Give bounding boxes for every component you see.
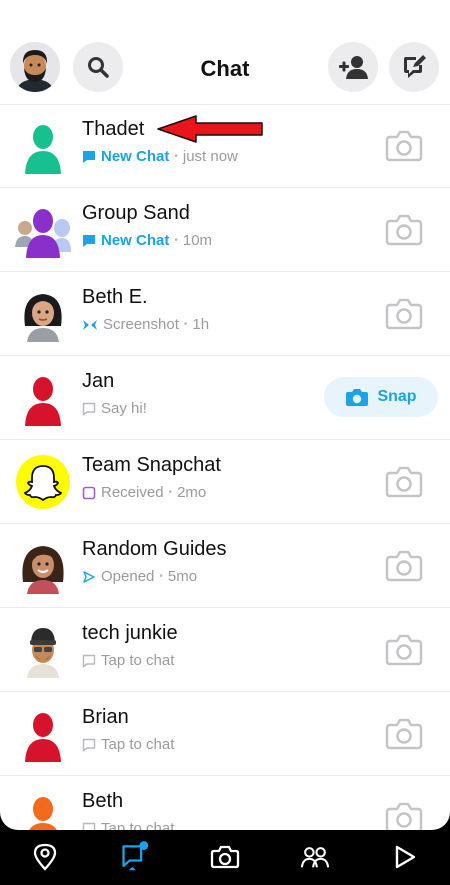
- chat-status: New Chat • just now: [82, 148, 238, 165]
- chat-name: Random Guides: [82, 538, 227, 560]
- separator-dot: •: [168, 487, 173, 498]
- chat-row-team-snapchat[interactable]: Team Snapchat Received • 2mo: [0, 440, 450, 524]
- camera-reply-icon[interactable]: [384, 633, 424, 667]
- camera-reply-icon[interactable]: [384, 297, 424, 331]
- camera-reply-icon[interactable]: [384, 213, 424, 247]
- bottom-tab-bar: [0, 830, 450, 885]
- chat-status-text: Tap to chat: [101, 820, 175, 830]
- chat-status: Say hi!: [82, 400, 147, 417]
- page-title: Chat: [200, 56, 250, 81]
- chat-time: 5mo: [167, 568, 198, 585]
- camera-reply-icon[interactable]: [384, 717, 424, 751]
- camera-icon: [346, 389, 369, 406]
- chat-status: Screenshot • 1h: [82, 316, 209, 333]
- tab-friends[interactable]: [300, 842, 330, 872]
- group-avatar-icon: [15, 209, 71, 258]
- chat-status-text: New Chat: [101, 148, 170, 165]
- received-square-icon: [82, 486, 96, 499]
- snap-button-label: Snap: [377, 388, 417, 405]
- chat-time: 2mo: [177, 484, 207, 501]
- opened-arrow-icon: [83, 570, 95, 583]
- chat-name: Jan: [82, 370, 115, 392]
- annotation-arrow-icon: [157, 115, 263, 143]
- chat-row-jan[interactable]: Jan Say hi! Snap: [0, 356, 450, 440]
- chat-outline-icon: [82, 738, 96, 752]
- bitmoji-woman-2-avatar-icon: [22, 546, 64, 594]
- separator-dot: •: [174, 235, 178, 246]
- chat-row-tech-junkie[interactable]: tech junkie Tap to chat: [0, 608, 450, 692]
- chat-row-group-sand[interactable]: Group Sand New Chat • 10m: [0, 188, 450, 272]
- chat-name: Beth: [82, 790, 124, 812]
- chat-status: Tap to chat: [82, 820, 174, 830]
- chat-name: Brian: [82, 706, 129, 728]
- chat-row-beth-e[interactable]: Beth E. Screenshot • 1h: [0, 272, 450, 356]
- chat-icon: [122, 841, 149, 871]
- new-chat-button[interactable]: [389, 42, 439, 92]
- chat-status: Tap to chat: [82, 736, 174, 753]
- new-chat-icon: [404, 55, 426, 78]
- chat-row-beth[interactable]: Beth Tap to chat: [0, 776, 450, 830]
- green-silhouette-avatar-icon: [25, 125, 61, 174]
- bitmoji-woman-avatar-icon: [24, 294, 62, 342]
- chat-status: Tap to chat: [82, 652, 174, 669]
- bitmoji-man-beanie-avatar-icon: [27, 628, 59, 678]
- snap-button[interactable]: Snap: [324, 377, 438, 417]
- add-friend-icon: [339, 56, 368, 79]
- chat-outline-icon: [82, 822, 96, 830]
- camera-reply-icon[interactable]: [384, 801, 424, 830]
- snapchat-ghost-avatar-icon: [16, 455, 70, 509]
- chat-outline-icon: [82, 654, 96, 668]
- chat-header: Chat: [0, 0, 450, 105]
- discover-icon: [395, 845, 416, 869]
- chat-status-text: Tap to chat: [101, 652, 175, 669]
- chat-time: 10m: [182, 232, 213, 249]
- camera-reply-icon[interactable]: [384, 549, 424, 583]
- orange-silhouette-avatar-icon: [29, 797, 57, 830]
- red-silhouette-avatar-icon: [25, 377, 61, 426]
- chat-status-text: New Chat: [101, 232, 170, 249]
- chat-status-text: Screenshot: [103, 316, 179, 333]
- chat-status: Received • 2mo: [82, 484, 206, 501]
- separator-dot: •: [183, 319, 188, 330]
- chat-name: Beth E.: [82, 286, 148, 308]
- chat-time: 1h: [192, 316, 210, 333]
- chat-time: just now: [182, 148, 238, 165]
- new-chat-bubble-icon: [83, 234, 95, 247]
- tab-chat[interactable]: [120, 841, 150, 872]
- chat-status-text: Opened: [101, 568, 155, 585]
- tab-discover[interactable]: [390, 842, 420, 872]
- tab-map[interactable]: [30, 842, 60, 872]
- chat-status-text: Say hi!: [101, 400, 147, 417]
- camera-reply-icon[interactable]: [384, 129, 424, 163]
- separator-dot: •: [174, 151, 178, 162]
- screenshot-arrows-icon: [83, 319, 97, 330]
- chat-row-random-guides[interactable]: Random Guides Opened • 5mo: [0, 524, 450, 608]
- camera-reply-icon[interactable]: [384, 465, 424, 499]
- chat-list: Thadet New Chat • just now Group Sand Ne…: [0, 104, 450, 830]
- tab-camera[interactable]: [210, 842, 240, 872]
- friends-icon: [300, 847, 330, 868]
- red-silhouette-avatar-icon: [25, 713, 61, 762]
- chat-status: New Chat • 10m: [82, 232, 212, 249]
- chat-status-text: Received: [101, 484, 164, 501]
- camera-icon: [210, 845, 240, 869]
- chat-name: Thadet: [82, 118, 145, 140]
- chat-row-brian[interactable]: Brian Tap to chat: [0, 692, 450, 776]
- new-chat-bubble-icon: [83, 150, 95, 163]
- chat-name: Group Sand: [82, 202, 190, 224]
- chat-outline-icon: [82, 402, 96, 416]
- map-icon: [33, 843, 57, 871]
- chat-name: tech junkie: [82, 622, 178, 644]
- chat-status-text: Tap to chat: [101, 736, 175, 753]
- chat-screen: Chat Thadet New Chat • just now Group Sa…: [0, 0, 450, 830]
- chat-status: Opened • 5mo: [82, 568, 197, 585]
- separator-dot: •: [159, 571, 163, 582]
- chat-name: Team Snapchat: [82, 454, 221, 476]
- add-friend-button[interactable]: [328, 42, 378, 92]
